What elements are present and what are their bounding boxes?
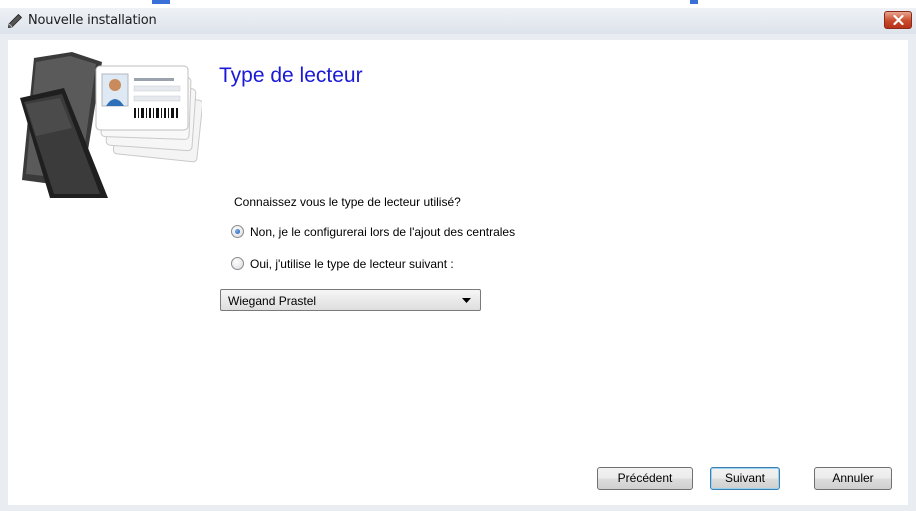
background-fragment: [152, 0, 170, 4]
background-strip: [0, 0, 916, 8]
chevron-down-icon: [462, 298, 471, 303]
next-button[interactable]: Suivant: [710, 467, 780, 490]
close-icon: [893, 15, 904, 25]
cancel-button[interactable]: Annuler: [814, 467, 892, 490]
reader-type-value: Wiegand Prastel: [228, 294, 317, 308]
option-label: Oui, j'utilise le type de lecteur suivan…: [250, 257, 454, 271]
background-fragment: [690, 0, 698, 4]
page-title: Type de lecteur: [219, 64, 363, 87]
radio-button-selected[interactable]: [231, 225, 244, 238]
wizard-window: Nouvelle installation Type de lecteur Co…: [0, 8, 916, 511]
title-bar: Nouvelle installation: [0, 8, 916, 34]
window-title: Nouvelle installation: [28, 13, 157, 28]
reader-type-select[interactable]: Wiegand Prastel: [220, 289, 481, 311]
pencil-icon: [8, 13, 23, 28]
reader-type-question: Connaissez vous le type de lecteur utili…: [234, 195, 461, 209]
wizard-content: Type de lecteur Connaissez vous le type …: [8, 40, 908, 505]
id-cards-folder-illustration: [20, 52, 202, 198]
previous-button[interactable]: Précédent: [597, 467, 693, 490]
radio-button[interactable]: [231, 257, 244, 270]
close-button[interactable]: [884, 11, 912, 29]
option-label: Non, je le configurerai lors de l'ajout …: [250, 225, 516, 239]
